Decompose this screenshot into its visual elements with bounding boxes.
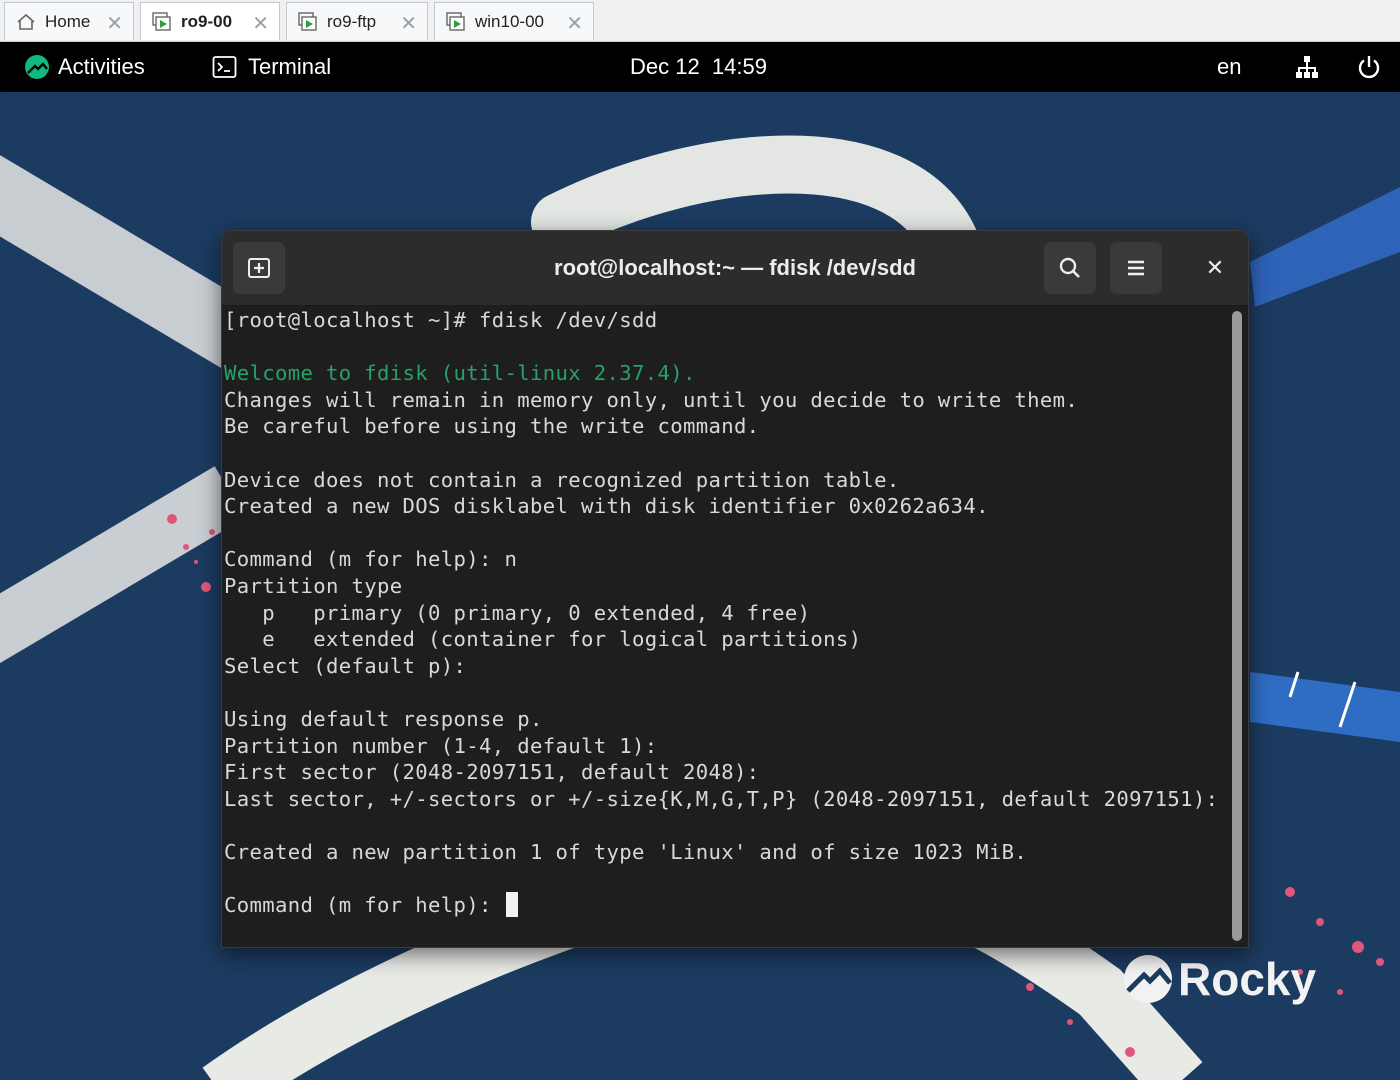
terminal-scrollbar[interactable] [1232, 311, 1242, 941]
terminal-icon [212, 55, 238, 79]
activities-button[interactable]: Activities [24, 42, 145, 92]
menu-button[interactable] [1110, 242, 1162, 294]
terminal-line: First sector (2048-2097151, default 2048… [224, 760, 760, 785]
clock-label: Dec 12 14:59 [630, 54, 767, 79]
terminal-line: p primary (0 primary, 0 extended, 4 free… [224, 600, 811, 625]
vm-tab-label: win10-00 [475, 11, 544, 31]
terminal-line: [root@localhost ~]# fdisk /dev/sdd [224, 308, 658, 332]
vm-tab-label: Home [45, 11, 91, 31]
vm-tab-home[interactable]: Home ✕ [4, 2, 134, 40]
search-icon [1058, 256, 1082, 280]
terminal-line: Partition number (1-4, default 1): [224, 733, 658, 758]
close-icon[interactable]: ✕ [400, 11, 417, 36]
close-icon[interactable]: ✕ [106, 11, 123, 36]
terminal-line: Device does not contain a recognized par… [224, 467, 900, 492]
hamburger-menu-icon [1126, 259, 1146, 277]
app-menu-terminal[interactable]: Terminal [212, 42, 331, 92]
terminal-line: Select (default p): [224, 653, 467, 678]
close-icon: ✕ [1205, 255, 1225, 281]
gnome-top-bar: Activities Terminal Dec 12 14:59 en [0, 42, 1400, 92]
close-icon[interactable]: ✕ [566, 11, 583, 36]
vm-tab-strip: Home ✕ ro9-00 ✕ ro9-ftp ✕ win10-00 ✕ [0, 0, 1400, 42]
terminal-window[interactable]: root@localhost:~ — fdisk /dev/sdd ✕ [roo… [221, 230, 1249, 948]
clock[interactable]: Dec 12 14:59 [630, 42, 767, 92]
network-icon[interactable] [1294, 42, 1320, 92]
close-icon[interactable]: ✕ [252, 11, 269, 36]
activities-label: Activities [58, 54, 145, 79]
rocky-watermark-icon [1122, 953, 1174, 1005]
terminal-line: Changes will remain in memory only, unti… [224, 387, 1079, 412]
terminal-line: Using default response p. [224, 706, 543, 731]
search-button[interactable] [1044, 242, 1096, 294]
terminal-line: Command (m for help): n [224, 547, 518, 572]
text-cursor [506, 892, 519, 918]
rocky-logo-icon [24, 54, 50, 80]
close-button[interactable]: ✕ [1202, 255, 1228, 281]
terminal-line: Partition type [224, 573, 403, 598]
terminal-line: Be careful before using the write comman… [224, 414, 760, 439]
home-icon [15, 11, 37, 33]
vm-tab-label: ro9-00 [181, 11, 233, 31]
terminal-line: Welcome to fdisk (util-linux 2.37.4). [224, 361, 696, 386]
vm-tab-win10-00[interactable]: win10-00 ✕ [434, 2, 594, 40]
vm-tab-label: ro9-ftp [327, 11, 377, 31]
lang-label: en [1217, 54, 1242, 79]
terminal-line: Created a new partition 1 of type 'Linux… [224, 839, 1028, 864]
terminal-line: e extended (container for logical partit… [224, 627, 862, 652]
vm-running-icon [445, 11, 467, 33]
terminal-line: Created a new DOS disklabel with disk id… [224, 494, 989, 519]
terminal-output[interactable]: [root@localhost ~]# fdisk /dev/sdd Welcom… [224, 307, 1224, 943]
keyboard-layout-indicator[interactable]: en [1217, 42, 1241, 92]
vm-running-icon [151, 11, 173, 33]
terminal-headerbar[interactable]: root@localhost:~ — fdisk /dev/sdd ✕ [222, 231, 1248, 306]
vm-tab-ro9-00[interactable]: ro9-00 ✕ [140, 2, 280, 40]
terminal-prompt-line[interactable]: Command (m for help): [224, 892, 1224, 919]
app-name-label: Terminal [248, 54, 332, 79]
power-icon[interactable] [1356, 42, 1382, 92]
vm-running-icon [297, 11, 319, 33]
terminal-line: Last sector, +/-sectors or +/-size{K,M,G… [224, 786, 1219, 811]
terminal-prompt: Command (m for help): [224, 893, 505, 918]
rocky-logo-text: Rocky [1178, 953, 1317, 1005]
rocky-logo: Rocky [1122, 952, 1316, 1006]
vm-tab-ro9-ftp[interactable]: ro9-ftp ✕ [286, 2, 428, 40]
